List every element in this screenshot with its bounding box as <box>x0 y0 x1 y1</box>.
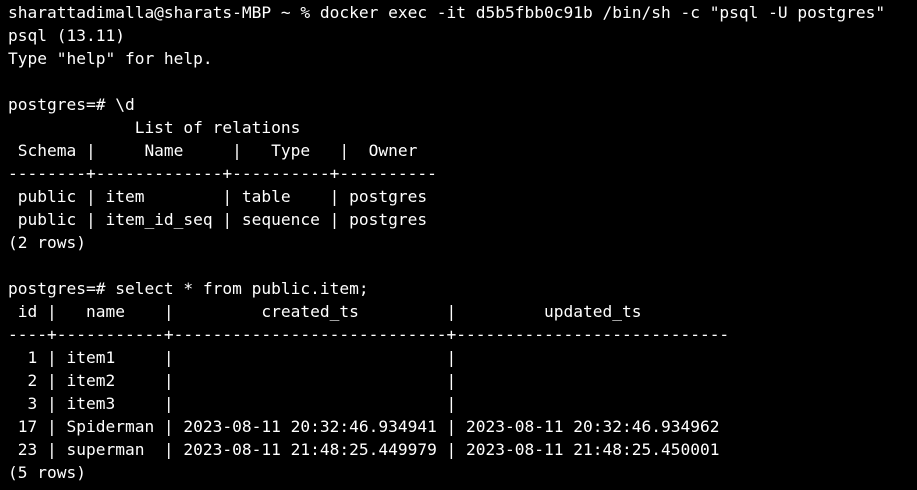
item-row-count: (5 rows) <box>8 463 86 482</box>
relations-table-header: Schema | Name | Type | Owner <box>8 141 418 160</box>
psql-version-line: psql (13.11) <box>8 26 125 45</box>
item-table-row: 23 | superman | 2023-08-11 21:48:25.4499… <box>8 440 720 459</box>
relations-table-separator: --------+-------------+----------+------… <box>8 164 437 183</box>
item-table-row: 17 | Spiderman | 2023-08-11 20:32:46.934… <box>8 417 720 436</box>
help-hint-line: Type "help" for help. <box>8 49 213 68</box>
relations-table-row: public | item | table | postgres <box>8 187 428 206</box>
psql-describe-command: postgres=# \d <box>8 95 135 114</box>
relations-table-title: List of relations <box>8 118 301 137</box>
relations-row-count: (2 rows) <box>8 233 86 252</box>
item-table-separator: ----+-----------+-----------------------… <box>8 325 730 344</box>
shell-command-line: sharattadimalla@sharats-MBP ~ % docker e… <box>8 3 886 22</box>
psql-select-command: postgres=# select * from public.item; <box>8 279 369 298</box>
relations-table-row: public | item_id_seq | sequence | postgr… <box>8 210 428 229</box>
item-table-row: 2 | item2 | | <box>8 371 457 390</box>
terminal-window[interactable]: sharattadimalla@sharats-MBP ~ % docker e… <box>0 0 917 490</box>
item-table-row: 3 | item3 | | <box>8 394 457 413</box>
item-table-header: id | name | created_ts | updated_ts <box>8 302 642 321</box>
item-table-row: 1 | item1 | | <box>8 348 457 367</box>
